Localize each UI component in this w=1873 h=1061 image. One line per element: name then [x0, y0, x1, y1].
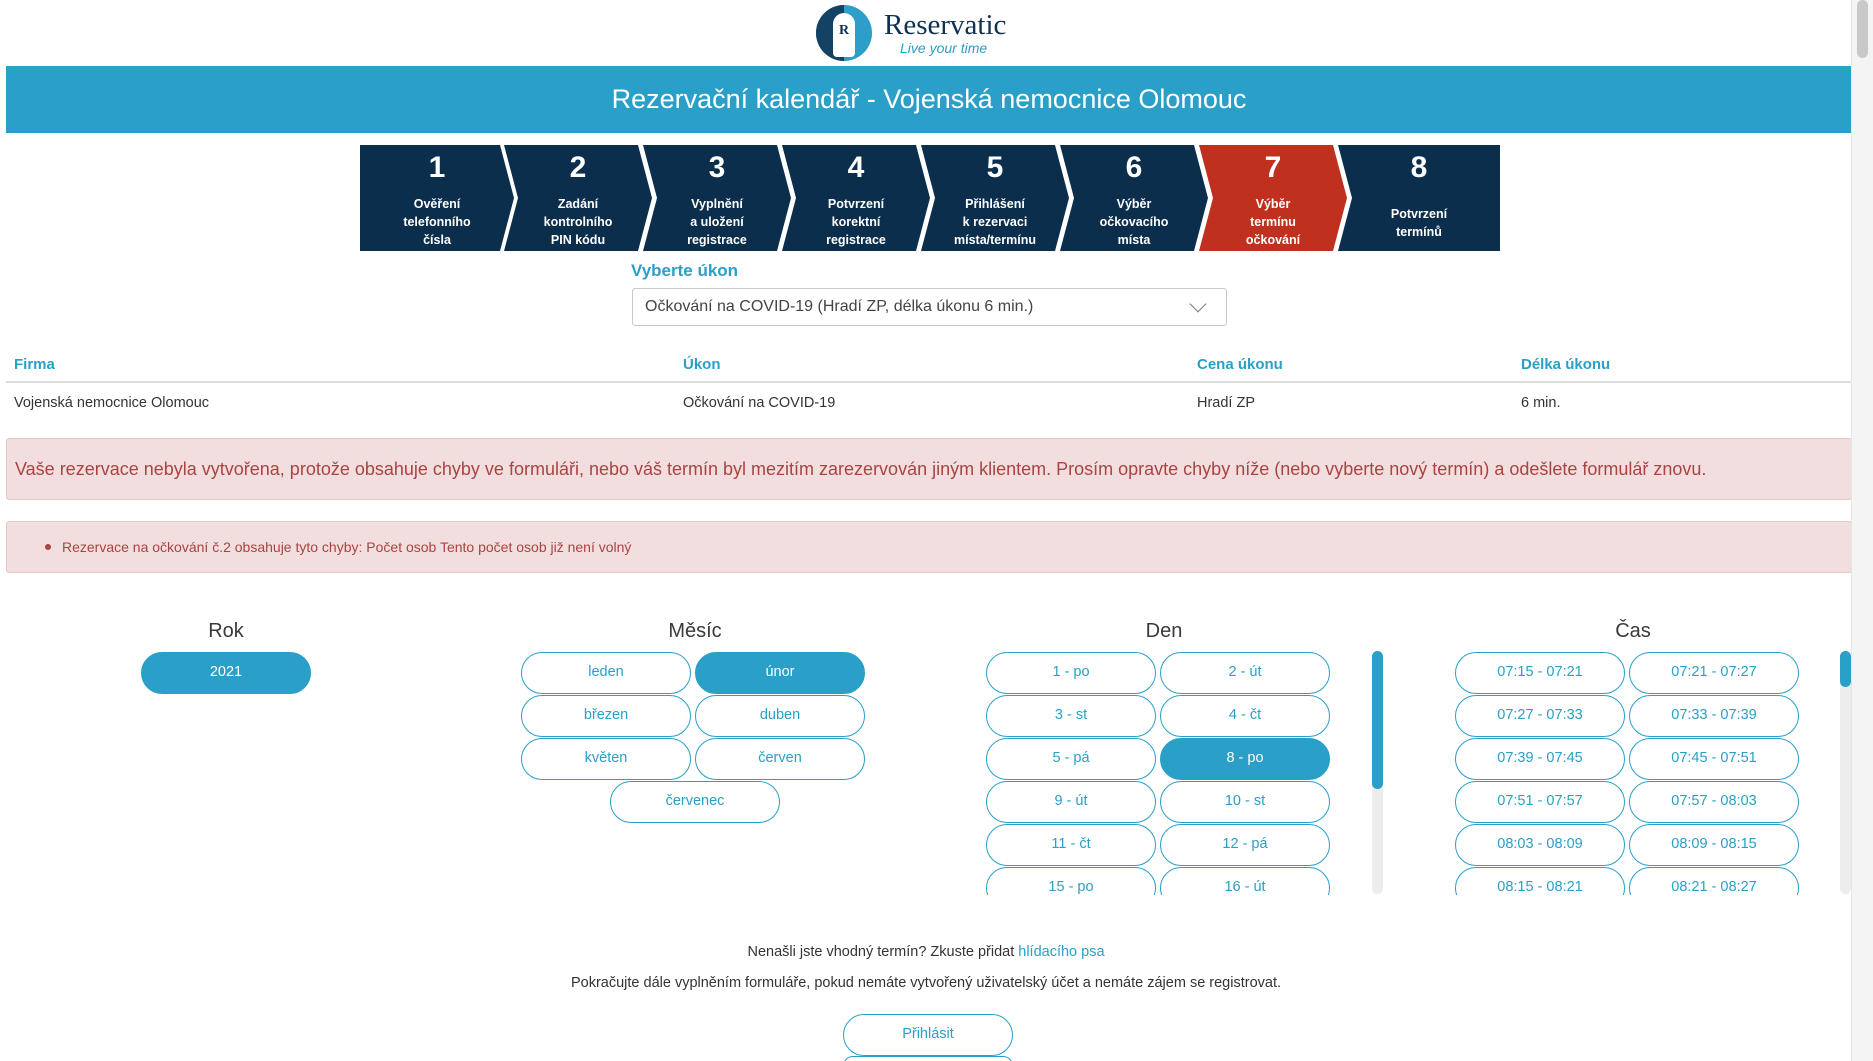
time-slot[interactable]: 08:09 - 08:15 — [1629, 824, 1799, 866]
step-number: 8 — [1410, 151, 1428, 184]
time-title: Čas — [1615, 620, 1651, 642]
step-number: 6 — [1125, 151, 1143, 184]
time-scrollbar[interactable] — [1840, 651, 1851, 894]
time-slot[interactable]: 07:45 - 07:51 — [1629, 738, 1799, 780]
day-option[interactable]: 2 - út — [1160, 652, 1330, 694]
reservatic-logo[interactable]: R Reservatic Live your time — [816, 3, 1006, 63]
progress-steps: 1 Ověření telefonního čísla 2 Zadání kontro… — [360, 145, 1500, 251]
table-header-cell: Cena úkonu — [1197, 356, 1283, 373]
step-6: 6 Výběr očkovacího místa — [1060, 145, 1208, 251]
month-option[interactable]: březen — [521, 695, 691, 737]
step-1: 1 Ověření telefonního čísla — [360, 145, 514, 251]
step-label: Ověření telefonního čísla — [403, 197, 471, 247]
day-title: Den — [1145, 620, 1183, 642]
step-8: 8 Potvrzení termínů — [1338, 145, 1500, 251]
day-option[interactable]: 16 - út — [1160, 867, 1330, 895]
service-info-table: Firma Úkon Cena úkonu Délka úkonu Vojens… — [6, 347, 1852, 421]
step-4: 4 Potvrzení korektní registrace — [782, 145, 930, 251]
error-detail-alert: Rezervace na očkování č.2 obsahuje tyto … — [6, 521, 1852, 573]
day-option[interactable]: 4 - čt — [1160, 695, 1330, 737]
day-option[interactable]: 3 - st — [986, 695, 1156, 737]
month-title: Měsíc — [668, 620, 722, 642]
time-slot[interactable]: 07:21 - 07:27 — [1629, 652, 1799, 694]
brand-name: Reservatic — [884, 9, 1007, 41]
table-header-row: Firma Úkon Cena úkonu Délka úkonu — [6, 347, 1852, 383]
secondary-button[interactable] — [843, 1056, 1013, 1061]
table-header-cell: Úkon — [683, 356, 721, 373]
step-label: Vyplnění a uložení registrace — [687, 197, 747, 247]
time-slot[interactable]: 08:03 - 08:09 — [1455, 824, 1625, 866]
step-number: 1 — [428, 151, 446, 184]
month-option[interactable]: červen — [695, 738, 865, 780]
logo-icon: R — [816, 5, 872, 61]
month-option[interactable]: květen — [521, 738, 691, 780]
page-scrollbar[interactable] — [1851, 0, 1873, 1061]
step-label: Zadání kontrolního PIN kódu — [543, 197, 613, 247]
login-button[interactable]: Přihlásit — [843, 1014, 1013, 1056]
table-cell: Vojenská nemocnice Olomouc — [14, 395, 210, 411]
time-slot[interactable]: 07:15 - 07:21 — [1455, 652, 1625, 694]
step-label: Přihlášení k rezervaci místa/termínu — [954, 197, 1036, 247]
continue-note: Pokračujte dále vyplněním formuláře, pok… — [570, 975, 1282, 991]
step-3: 3 Vyplnění a uložení registrace — [643, 145, 791, 251]
step-number: 7 — [1264, 151, 1282, 184]
day-scrollbar[interactable] — [1372, 651, 1383, 894]
day-option[interactable]: 15 - po — [986, 867, 1156, 895]
brand-tagline: Live your time — [900, 40, 988, 56]
step-2: 2 Zadání kontrolního PIN kódu — [504, 145, 652, 251]
step-number: 5 — [986, 151, 1004, 184]
month-option[interactable]: duben — [695, 695, 865, 737]
service-selected-value: Očkování na COVID-19 (Hradí ZP, délka úk… — [645, 298, 1034, 315]
table-cell: 6 min. — [1521, 395, 1561, 411]
bullet-icon — [45, 544, 51, 550]
day-option[interactable]: 8 - po — [1160, 738, 1330, 780]
time-slot[interactable]: 07:27 - 07:33 — [1455, 695, 1625, 737]
time-slot[interactable]: 07:51 - 07:57 — [1455, 781, 1625, 823]
step-label: Potvrzení korektní registrace — [826, 197, 886, 247]
step-number: 2 — [569, 151, 587, 184]
watchdog-note: Nenašli jste vhodný termín? Zkuste přida… — [747, 944, 1105, 960]
table-header-cell: Firma — [14, 356, 55, 373]
step-label: Výběr termínu očkování — [1245, 197, 1301, 247]
step-label: Potvrzení termínů — [1390, 207, 1448, 239]
day-option[interactable]: 11 - čt — [986, 824, 1156, 866]
step-number: 3 — [708, 151, 726, 184]
day-option[interactable]: 10 - st — [1160, 781, 1330, 823]
time-slot[interactable]: 07:33 - 07:39 — [1629, 695, 1799, 737]
month-option[interactable]: červenec — [610, 781, 780, 823]
day-option[interactable]: 9 - út — [986, 781, 1156, 823]
watchdog-link[interactable]: hlídacího psa — [1018, 944, 1104, 960]
time-slot[interactable]: 08:15 - 08:21 — [1455, 867, 1625, 895]
table-header-cell: Délka úkonu — [1521, 356, 1611, 373]
month-option[interactable]: leden — [521, 652, 691, 694]
year-option[interactable]: 2021 — [141, 652, 311, 694]
chevron-down-icon — [1189, 295, 1207, 313]
error-alert: Vaše rezervace nebyla vytvořena, protože… — [6, 438, 1852, 500]
service-label: Vyberte úkon — [631, 261, 739, 280]
day-picker: 1 - po 2 - út 3 - st 4 - čt 5 - pá 8 - po 9 - … — [984, 650, 1334, 895]
time-picker: 07:15 - 07:21 07:21 - 07:27 07:27 - 07:33 0… — [1453, 650, 1803, 895]
table-row: Vojenská nemocnice Olomouc Očkování na C… — [6, 383, 1852, 421]
time-slot[interactable]: 08:21 - 08:27 — [1629, 867, 1799, 895]
step-5: 5 Přihlášení k rezervaci místa/termínu — [921, 145, 1069, 251]
error-detail-text: Rezervace na očkování č.2 obsahuje tyto … — [62, 539, 632, 555]
day-option[interactable]: 12 - pá — [1160, 824, 1330, 866]
day-option[interactable]: 1 - po — [986, 652, 1156, 694]
table-cell: Hradí ZP — [1197, 395, 1256, 411]
month-option[interactable]: únor — [695, 652, 865, 694]
page-title: Rezervační kalendář - Vojenská nemocnice… — [6, 66, 1852, 133]
year-title: Rok — [208, 620, 244, 642]
time-slot[interactable]: 07:57 - 08:03 — [1629, 781, 1799, 823]
day-option[interactable]: 5 - pá — [986, 738, 1156, 780]
step-label: Výběr očkovacího místa — [1099, 197, 1169, 247]
step-number: 4 — [847, 151, 865, 184]
time-slot[interactable]: 07:39 - 07:45 — [1455, 738, 1625, 780]
service-select[interactable]: Očkování na COVID-19 (Hradí ZP, délka úk… — [632, 288, 1227, 326]
step-7: 7 Výběr termínu očkování — [1199, 145, 1347, 251]
table-cell: Očkování na COVID-19 — [683, 395, 836, 411]
